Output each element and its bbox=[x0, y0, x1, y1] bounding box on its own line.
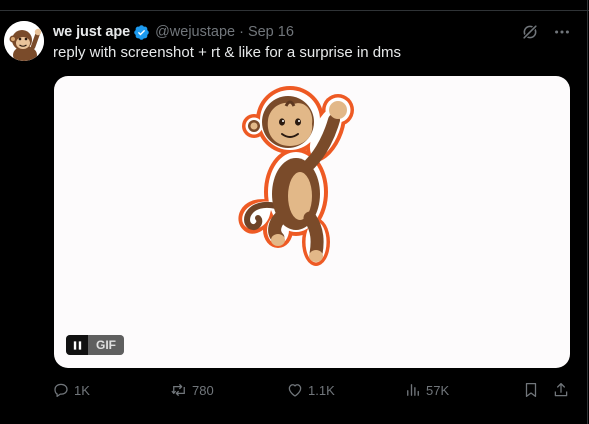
verified-badge-icon bbox=[133, 24, 150, 41]
separator-dot: · bbox=[239, 24, 244, 40]
timeline-divider bbox=[0, 10, 589, 11]
user-handle[interactable]: @wejustape bbox=[155, 24, 235, 40]
share-button[interactable] bbox=[552, 380, 570, 400]
tweet-top-actions bbox=[521, 23, 571, 41]
pause-icon[interactable] bbox=[66, 335, 88, 355]
tweet-date[interactable]: Sep 16 bbox=[248, 24, 294, 40]
like-button[interactable]: 1.1K bbox=[286, 380, 335, 400]
reply-icon bbox=[52, 381, 70, 399]
reply-count: 1K bbox=[74, 382, 90, 398]
like-icon bbox=[286, 381, 304, 399]
repost-button[interactable]: 780 bbox=[170, 380, 214, 400]
more-icon[interactable] bbox=[553, 23, 571, 41]
tweet-action-bar: 1K 780 1.1K 57K bbox=[52, 380, 572, 400]
share-icon bbox=[552, 381, 570, 399]
like-count: 1.1K bbox=[308, 382, 335, 398]
views-count: 57K bbox=[426, 382, 450, 398]
views-button[interactable]: 57K bbox=[404, 380, 449, 400]
repost-count: 780 bbox=[192, 382, 214, 398]
tweet-text: reply with screenshot + rt & like for a … bbox=[53, 44, 402, 61]
reply-button[interactable]: 1K bbox=[52, 380, 90, 400]
column-border bbox=[587, 0, 588, 424]
views-icon bbox=[404, 381, 422, 399]
repost-icon bbox=[170, 381, 188, 399]
display-name[interactable]: we just ape bbox=[53, 24, 130, 40]
avatar[interactable] bbox=[4, 21, 44, 61]
gif-badge: GIF bbox=[88, 335, 124, 355]
bookmark-icon bbox=[522, 381, 540, 399]
bookmark-button[interactable] bbox=[522, 380, 540, 400]
monkey-avatar-icon bbox=[4, 21, 44, 61]
grok-icon[interactable] bbox=[521, 23, 539, 41]
tweet-header: we just ape @wejustape · Sep 16 bbox=[53, 22, 294, 42]
gif-controls: GIF bbox=[66, 335, 124, 355]
monkey-sticker-image bbox=[238, 86, 354, 266]
tweet-media-gif[interactable]: GIF bbox=[54, 76, 570, 368]
